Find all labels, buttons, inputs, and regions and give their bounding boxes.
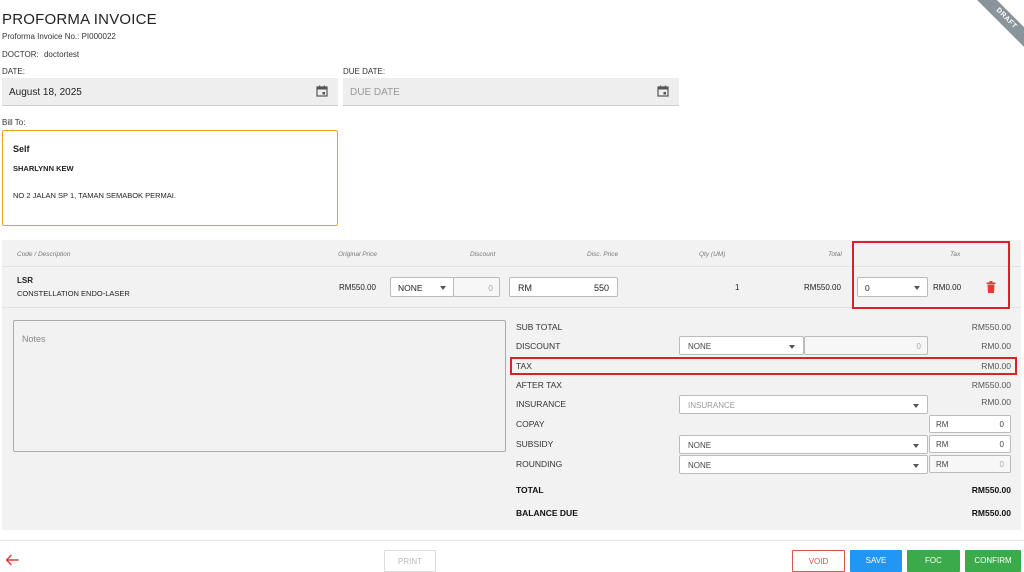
item-discount-type-select[interactable]: NONE	[390, 277, 454, 297]
item-description: CONSTELLATION ENDO-LASER	[17, 289, 130, 298]
chevron-down-icon	[913, 464, 919, 468]
bill-to-name: SHARLYNN KEW	[13, 164, 74, 173]
bill-to-card[interactable]: Self SHARLYNN KEW NO 2 JALAN SP 1, TAMAN…	[2, 130, 338, 226]
tax-column-highlight	[852, 241, 1010, 309]
doctor-info: DOCTOR: doctortest	[2, 50, 79, 59]
item-discount-input[interactable]: 0	[453, 277, 500, 297]
bill-to-type: Self	[13, 144, 30, 154]
confirm-button[interactable]: CONFIRM	[965, 550, 1021, 572]
date-value: August 18, 2025	[9, 87, 82, 98]
subsidy-currency: RM	[936, 440, 949, 449]
after-tax-label: AFTER TAX	[516, 380, 562, 390]
date-label: DATE:	[2, 67, 25, 76]
insurance-value: RM0.00	[981, 397, 1011, 407]
item-discount-value: 0	[488, 283, 493, 293]
col-total: Total	[828, 251, 842, 258]
due-date-field[interactable]: DUE DATE	[343, 78, 679, 106]
balance-due-label: BALANCE DUE	[516, 508, 578, 518]
copay-label: COPAY	[516, 419, 545, 429]
chevron-down-icon	[440, 286, 446, 290]
item-disc-price-input[interactable]: RM 550	[509, 277, 618, 297]
subsidy-type-value: NONE	[688, 441, 712, 450]
doctor-label: DOCTOR:	[2, 50, 39, 59]
sub-total-label: SUB TOTAL	[516, 322, 563, 332]
tax-row-highlight	[510, 357, 1017, 375]
item-qty: 1	[735, 283, 740, 292]
discount-type-select[interactable]: NONE	[679, 336, 804, 355]
col-original-price: Original Price	[338, 251, 378, 258]
col-disc-price: Disc. Price	[587, 251, 619, 258]
doctor-value: doctortest	[43, 50, 80, 59]
discount-amount-input[interactable]: 0	[804, 336, 928, 355]
tax-value: RM0.00	[981, 361, 1011, 371]
rounding-label: ROUNDING	[516, 459, 563, 469]
copay-value: 0	[999, 420, 1004, 429]
subsidy-input[interactable]: RM 0	[929, 435, 1011, 453]
insurance-select[interactable]: INSURANCE	[679, 395, 928, 414]
foc-button[interactable]: FOC	[907, 550, 960, 572]
item-code: LSR	[17, 276, 33, 285]
print-button[interactable]: PRINT	[384, 550, 436, 572]
tax-label: TAX	[516, 361, 532, 371]
discount-label: DISCOUNT	[516, 341, 561, 351]
invoice-number: Proforma Invoice No.: PI000022	[2, 32, 116, 41]
save-button[interactable]: SAVE	[850, 550, 902, 572]
chevron-down-icon	[913, 404, 919, 408]
draft-ribbon-label: DRAFT	[972, 0, 1024, 53]
total-label: TOTAL	[516, 485, 544, 495]
calendar-icon[interactable]	[657, 85, 669, 97]
after-tax-value: RM550.00	[971, 380, 1011, 390]
subsidy-select[interactable]: NONE	[679, 435, 928, 454]
draft-ribbon: DRAFT	[964, 0, 1024, 60]
sub-total-value: RM550.00	[971, 322, 1011, 332]
chevron-down-icon	[913, 444, 919, 448]
void-button[interactable]: VOID	[792, 550, 845, 572]
balance-due-value: RM550.00	[971, 508, 1011, 518]
subsidy-label: SUBSIDY	[516, 439, 554, 449]
due-date-placeholder: DUE DATE	[350, 87, 400, 98]
subsidy-value: 0	[999, 440, 1004, 449]
due-date-label: DUE DATE:	[343, 67, 386, 76]
page-title: PROFORMA INVOICE	[2, 11, 157, 28]
calendar-icon[interactable]	[316, 85, 328, 97]
notes-textarea[interactable]: Notes	[13, 320, 506, 452]
insurance-label: INSURANCE	[516, 399, 567, 409]
bill-to-address: NO 2 JALAN SP 1, TAMAN SEMABOK PERMAI.	[13, 191, 176, 200]
discount-amount-value: 0	[916, 342, 921, 351]
rounding-input[interactable]: RM 0	[929, 455, 1011, 473]
bill-to-label: Bill To:	[2, 118, 26, 127]
rounding-value: 0	[999, 460, 1004, 469]
item-disc-price-value: 550	[593, 283, 609, 293]
footer-divider	[0, 540, 1024, 541]
rounding-currency: RM	[936, 460, 949, 469]
item-total: RM550.00	[804, 283, 841, 292]
col-qty: Qty (UM)	[699, 251, 726, 258]
rounding-select[interactable]: NONE	[679, 455, 928, 474]
insurance-placeholder: INSURANCE	[688, 401, 736, 410]
col-discount: Discount	[470, 251, 496, 258]
col-code-description: Code / Description	[17, 251, 71, 258]
discount-type-value: NONE	[688, 342, 712, 351]
item-discount-type-value: NONE	[398, 283, 423, 293]
notes-placeholder: Notes	[22, 334, 46, 344]
chevron-down-icon	[789, 345, 795, 349]
arrow-left-icon[interactable]	[5, 554, 19, 566]
date-field[interactable]: August 18, 2025	[2, 78, 338, 106]
copay-input[interactable]: RM 0	[929, 415, 1011, 433]
item-disc-price-currency: RM	[518, 283, 532, 293]
discount-value: RM0.00	[981, 341, 1011, 351]
copay-currency: RM	[936, 420, 949, 429]
item-original-price: RM550.00	[339, 283, 376, 292]
rounding-type-value: NONE	[688, 461, 712, 470]
total-value: RM550.00	[971, 485, 1011, 495]
